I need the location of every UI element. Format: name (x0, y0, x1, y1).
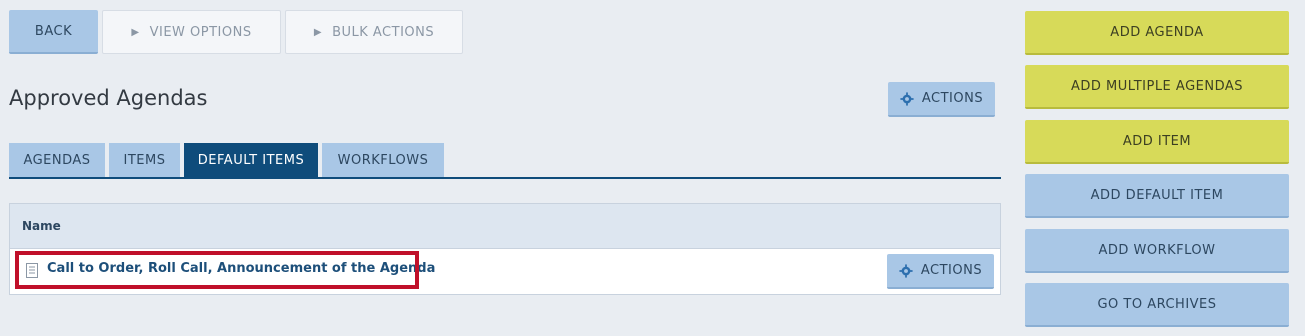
go-to-archives-button[interactable]: GO TO ARCHIVES (1025, 283, 1289, 327)
page-title: Approved Agendas (9, 86, 208, 110)
triangle-right-icon: ▶ (313, 26, 323, 38)
table-row: Call to Order, Roll Call, Announcement o… (10, 249, 1000, 295)
back-button[interactable]: BACK (9, 10, 98, 54)
default-items-table: Name Call to Order, Roll Call, Announcem… (9, 203, 1001, 295)
tab-divider (9, 177, 1001, 179)
tab-default-items[interactable]: DEFAULT ITEMS (184, 143, 318, 178)
tab-workflows[interactable]: WORKFLOWS (322, 143, 444, 178)
triangle-right-icon: ▶ (131, 26, 140, 38)
tab-items[interactable]: ITEMS (109, 143, 180, 178)
add-item-button[interactable]: ADD ITEM (1025, 120, 1289, 164)
gear-icon (899, 263, 913, 278)
row-actions-label: ACTIONS (920, 263, 983, 278)
gear-icon (900, 91, 914, 106)
add-workflow-button[interactable]: ADD WORKFLOW (1025, 229, 1289, 273)
add-multiple-agendas-label: ADD MULTIPLE AGENDAS (1070, 78, 1244, 94)
view-options-label: VIEW OPTIONS (149, 24, 252, 40)
bulk-actions-button[interactable]: ▶ BULK ACTIONS (285, 10, 463, 54)
go-to-archives-label: GO TO ARCHIVES (1097, 296, 1217, 312)
back-button-label: BACK (34, 23, 73, 39)
row-actions-button[interactable]: ACTIONS (887, 254, 994, 289)
add-item-label: ADD ITEM (1122, 133, 1192, 149)
tab-default-items-label: DEFAULT ITEMS (197, 153, 305, 168)
highlight-box (15, 251, 419, 289)
tab-workflows-label: WORKFLOWS (337, 153, 429, 168)
add-agenda-button[interactable]: ADD AGENDA (1025, 11, 1289, 55)
add-multiple-agendas-button[interactable]: ADD MULTIPLE AGENDAS (1025, 65, 1289, 109)
tab-agendas-label: AGENDAS (23, 153, 91, 168)
add-workflow-label: ADD WORKFLOW (1098, 242, 1216, 258)
add-default-item-label: ADD DEFAULT ITEM (1090, 187, 1224, 203)
view-options-button[interactable]: ▶ VIEW OPTIONS (102, 10, 281, 54)
tab-items-label: ITEMS (123, 153, 166, 168)
add-default-item-button[interactable]: ADD DEFAULT ITEM (1025, 174, 1289, 218)
bulk-actions-label: BULK ACTIONS (332, 24, 435, 40)
tab-agendas[interactable]: AGENDAS (9, 143, 105, 178)
page-actions-label: ACTIONS (921, 91, 984, 106)
column-header-name[interactable]: Name (10, 204, 1000, 249)
add-agenda-label: ADD AGENDA (1110, 24, 1204, 40)
page-actions-button[interactable]: ACTIONS (888, 82, 995, 117)
column-header-name-label: Name (22, 219, 61, 233)
